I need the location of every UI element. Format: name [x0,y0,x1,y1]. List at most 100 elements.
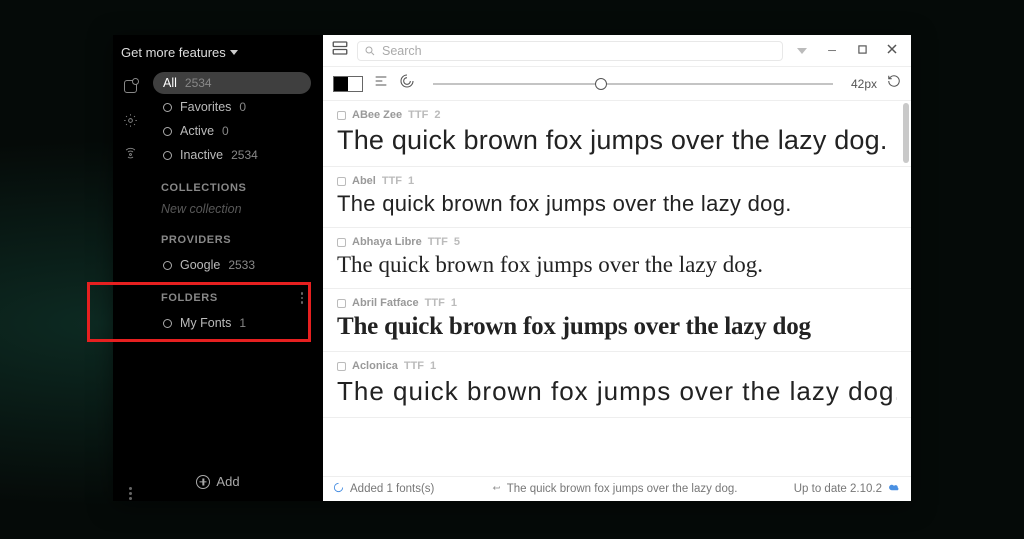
providers-header: PROVIDERS [147,220,317,252]
collections-title: COLLECTIONS [161,182,246,194]
circle-icon [163,127,172,136]
circle-icon [163,261,172,270]
search-input[interactable]: Search [357,41,783,61]
filter-active-label: Active [180,124,214,138]
window-maximize-button[interactable] [851,45,873,57]
cloud-icon [888,481,901,497]
checkbox-icon[interactable] [337,238,346,247]
spinner-icon [333,482,344,496]
invert-toggle[interactable] [333,76,363,92]
provider-google-label: Google [180,258,220,272]
font-name: ABee Zee [352,109,402,121]
size-value: 42px [851,77,877,91]
font-meta: Abril Fatface TTF 1 [337,297,897,309]
status-right: Up to date 2.10.2 [794,481,901,497]
reset-icon[interactable] [887,74,901,93]
scrollbar[interactable] [903,103,909,163]
size-slider[interactable] [433,77,833,91]
font-name: Abel [352,175,376,187]
filter-all[interactable]: All 2534 [153,72,311,94]
font-weight-count: 2 [434,109,440,121]
font-weight-count: 1 [430,360,436,372]
get-more-features-link[interactable]: Get more features [113,35,323,70]
font-meta: Abel TTF 1 [337,175,897,187]
status-left: Added 1 fonts(s) [333,482,434,496]
filter-favorites[interactable]: Favorites 0 [153,96,311,118]
align-icon[interactable] [373,73,389,94]
app-window: Get more features All 2534 [113,35,911,501]
status-left-text: Added 1 fonts(s) [350,483,434,495]
checkbox-icon[interactable] [337,362,346,371]
gear-icon[interactable] [122,112,138,128]
window-minimize-button[interactable]: ─ [821,45,843,57]
font-format: TTF [428,236,448,248]
font-weight-count: 5 [454,236,460,248]
get-more-label: Get more features [121,45,226,60]
font-name: Abhaya Libre [352,236,422,248]
font-specimen: The quick brown fox jumps over the lazy … [337,125,897,156]
preview-toolbar: 42px [323,67,911,101]
dropdown-triangle-icon[interactable] [797,48,807,54]
new-collection-input[interactable]: New collection [147,200,317,220]
collections-header: COLLECTIONS [147,168,317,200]
provider-google-count: 2533 [228,258,255,272]
checkbox-icon[interactable] [337,111,346,120]
checkbox-icon[interactable] [337,299,346,308]
sidebar: Get more features All 2534 [113,35,323,501]
add-button[interactable]: Add [113,468,323,495]
filter-all-label: All [163,76,177,90]
box-notch-icon[interactable] [122,78,138,94]
font-row[interactable]: ABee Zee TTF 2 The quick brown fox jumps… [323,101,911,167]
font-specimen: The quick brown fox jumps over the lazy … [337,191,897,217]
font-row[interactable]: Abril Fatface TTF 1 The quick brown fox … [323,289,911,352]
status-mid-text[interactable]: The quick brown fox jumps over the lazy … [507,483,738,495]
filter-active[interactable]: Active 0 [153,120,311,142]
filter-all-count: 2534 [185,76,212,90]
checkbox-icon[interactable] [337,177,346,186]
main-panel: Search ─ 42px [323,35,911,501]
filter-active-count: 0 [222,124,229,138]
folder-myfonts-count: 1 [239,316,246,330]
font-format: TTF [404,360,424,372]
font-meta: ABee Zee TTF 2 [337,109,897,121]
font-name: Aclonica [352,360,398,372]
layout-rows-icon[interactable] [331,39,349,62]
font-weight-count: 1 [408,175,414,187]
providers-title: PROVIDERS [161,234,231,246]
status-mid: The quick brown fox jumps over the lazy … [491,483,738,496]
filter-inactive-label: Inactive [180,148,223,162]
window-close-button[interactable] [881,44,903,57]
font-format: TTF [408,109,428,121]
font-meta: Abhaya Libre TTF 5 [337,236,897,248]
swirl-icon[interactable] [399,73,415,94]
slider-knob[interactable] [595,78,607,90]
filter-fav-label: Favorites [180,100,231,114]
folders-header: FOLDERS [147,278,317,310]
font-specimen: The quick brown fox jumps over the lazy … [337,376,897,407]
sidebar-icon-rail [113,70,147,501]
font-format: TTF [382,175,402,187]
folders-more-icon[interactable] [301,292,304,304]
font-name: Abril Fatface [352,297,419,309]
font-row[interactable]: Abel TTF 1 The quick brown fox jumps ove… [323,167,911,228]
plus-circle-icon [196,475,210,489]
return-icon [491,483,501,496]
font-row[interactable]: Aclonica TTF 1 The quick brown fox jumps… [323,352,911,418]
provider-google[interactable]: Google 2533 [153,254,311,276]
signal-icon[interactable] [122,146,138,162]
folder-my-fonts[interactable]: My Fonts 1 [153,312,311,334]
status-right-text: Up to date 2.10.2 [794,483,882,495]
search-placeholder: Search [382,44,422,58]
search-icon [364,45,376,57]
circle-icon [163,319,172,328]
font-meta: Aclonica TTF 1 [337,360,897,372]
font-row[interactable]: Abhaya Libre TTF 5 The quick brown fox j… [323,228,911,289]
slider-track [433,83,833,84]
folders-title: FOLDERS [161,292,218,304]
filter-inactive-count: 2534 [231,148,258,162]
sidebar-nav: All 2534 Favorites 0 Active 0 Inactive 2… [147,70,323,501]
chevron-down-icon [230,50,238,55]
font-specimen: The quick brown fox jumps over the lazy … [337,252,897,278]
filter-inactive[interactable]: Inactive 2534 [153,144,311,166]
font-weight-count: 1 [451,297,457,309]
